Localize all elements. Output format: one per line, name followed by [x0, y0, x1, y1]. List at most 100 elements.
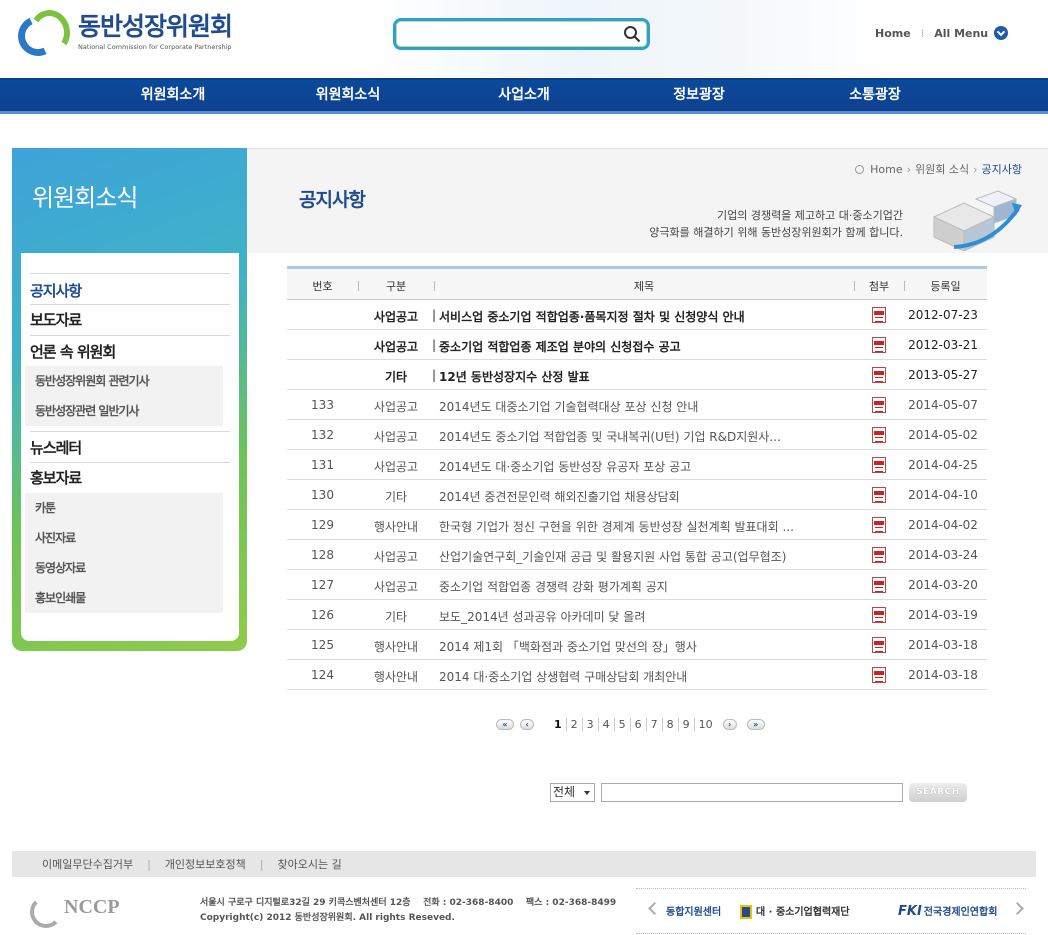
sidebar: 위원회소식 공지사항 보도자료 언론 속 위원회 동반성장위원회 관련기사 동반…: [12, 148, 247, 651]
breadcrumb-current[interactable]: 공지사항: [982, 161, 1022, 177]
board-search-input[interactable]: [601, 782, 903, 802]
nav-item-community[interactable]: 소통광장: [815, 80, 935, 111]
breadcrumb-section[interactable]: 위원회 소식: [915, 161, 969, 177]
prev-page-button[interactable]: ‹: [520, 718, 534, 730]
row-title-link[interactable]: 2014 제1회 「백화점과 중소기업 맞선의 장」행사: [439, 638, 829, 655]
pdf-icon[interactable]: [872, 607, 886, 623]
row-title-link[interactable]: 2014년 중견전문인력 해외진출기업 채용상담회: [439, 488, 829, 505]
nav-item-news[interactable]: 위원회소식: [288, 80, 408, 111]
footer-link-email-refusal[interactable]: 이메일무단수집거부: [42, 856, 133, 872]
row-title-link[interactable]: 2014년도 중소기업 적합업종 및 국내복귀(U턴) 기업 R&D지원사...: [439, 428, 829, 445]
table-row[interactable]: 125 행사안내 2014 제1회 「백화점과 중소기업 맞선의 장」행사 20…: [287, 630, 987, 660]
page-title: 공지사항: [299, 189, 366, 211]
row-title-link[interactable]: 중소기업 적합업종 제조업 분야의 신청접수 공고: [439, 338, 829, 355]
table-header: 번호 구분 제목 첨부 등록일: [287, 266, 987, 300]
row-title-link[interactable]: 2014 대·중소기업 상생협력 구매상담회 개최안내: [439, 668, 829, 685]
footer-link-directions[interactable]: 찾아오시는 길: [278, 856, 342, 872]
page-link-4[interactable]: 4: [597, 717, 614, 731]
table-row-notice[interactable]: 기타 | 12년 동반성장지수 산정 발표 2013-05-27: [287, 360, 987, 390]
sidebar-subitem-cartoon[interactable]: 카툰: [25, 493, 223, 523]
first-page-button[interactable]: «: [496, 718, 514, 730]
sidebar-item-promo[interactable]: 홍보자료: [30, 467, 230, 488]
table-row[interactable]: 129 행사안내 한국형 기업가 정신 구현을 위한 경제계 동반성장 실천계획…: [287, 510, 987, 540]
table-row-notice[interactable]: 사업공고 | 서비스업 중소기업 적합업종·품목지정 절차 및 신청양식 안내 …: [287, 300, 987, 330]
page-link-6[interactable]: 6: [629, 717, 646, 731]
table-row[interactable]: 124 행사안내 2014 대·중소기업 상생협력 구매상담회 개최안내 201…: [287, 660, 987, 690]
breadcrumb-home[interactable]: Home: [870, 163, 902, 176]
row-title-link[interactable]: 한국형 기업가 정신 구현을 위한 경제계 동반성장 실천계획 발표대회 ...: [439, 518, 829, 535]
pdf-icon[interactable]: [872, 637, 886, 653]
notice-board: 번호 구분 제목 첨부 등록일 사업공고 | 서비스업 중소기업 적합업종·품목…: [287, 266, 987, 690]
sidebar-subitem-prints[interactable]: 홍보인쇄물: [25, 583, 223, 613]
table-row[interactable]: 130 기타 2014년 중견전문인력 해외진출기업 채용상담회 2014-04…: [287, 480, 987, 510]
sidebar-item-press[interactable]: 보도자료: [30, 309, 230, 330]
table-row[interactable]: 131 사업공고 2014년도 대·중소기업 동반성장 유공자 포상 공고 20…: [287, 450, 987, 480]
row-title-link[interactable]: 서비스업 중소기업 적합업종·품목지정 절차 및 신청양식 안내: [439, 308, 829, 325]
pdf-icon[interactable]: [872, 457, 886, 473]
footer-link-privacy[interactable]: 개인정보보호정책: [165, 856, 246, 872]
table-row[interactable]: 128 사업공고 산업기술연구회_기술인재 공급 및 활용지원 사업 통합 공고…: [287, 540, 987, 570]
page-link-10[interactable]: 10: [693, 717, 717, 731]
footer-address: 서울시 구로구 디지털로32길 29 키콕스벤처센터 12층 전화 : 02-3…: [200, 896, 616, 926]
page-link-3[interactable]: 3: [581, 717, 598, 731]
chevron-right-icon[interactable]: [1011, 902, 1024, 915]
table-row[interactable]: 132 사업공고 2014년도 중소기업 적합업종 및 국내복귀(U턴) 기업 …: [287, 420, 987, 450]
table-row-notice[interactable]: 사업공고 | 중소기업 적합업종 제조업 분야의 신청접수 공고 2012-03…: [287, 330, 987, 360]
site-logo[interactable]: 동반성장위원회 National Commission for Corporat…: [12, 4, 242, 62]
nav-item-business[interactable]: 사업소개: [464, 80, 584, 111]
row-title-link[interactable]: 보도_2014년 성과공유 아카데미 닻 올려: [439, 608, 829, 625]
sidebar-subitem-media-general[interactable]: 동반성장관련 일반기사: [25, 396, 223, 426]
pdf-icon[interactable]: [872, 667, 886, 683]
page-link-1[interactable]: 1: [550, 718, 566, 731]
banner-fki[interactable]: FKI 전국경제인연합회: [898, 903, 997, 919]
last-page-button[interactable]: »: [746, 718, 765, 730]
search-scope-select[interactable]: 전체: [550, 782, 595, 802]
pdf-icon[interactable]: [872, 487, 886, 503]
sidebar-subitem-media-related[interactable]: 동반성장위원회 관련기사: [25, 366, 223, 396]
table-row[interactable]: 127 사업공고 중소기업 적합업종 경쟁력 강화 평가계획 공지 2014-0…: [287, 570, 987, 600]
page-link-9[interactable]: 9: [677, 717, 694, 731]
page-link-2[interactable]: 2: [565, 717, 582, 731]
table-row[interactable]: 133 사업공고 2014년도 대중소기업 기술협력대상 포상 신청 안내 20…: [287, 390, 987, 420]
row-title-link[interactable]: 중소기업 적합업종 경쟁력 강화 평가계획 공지: [439, 578, 829, 595]
address-line: 서울시 구로구 디지털로32길 29 키콕스벤처센터 12층 전화 : 02-3…: [200, 898, 617, 908]
pdf-icon[interactable]: [872, 397, 886, 413]
next-page-button[interactable]: ›: [722, 718, 737, 730]
banner-cooperation-foundation[interactable]: 대 · 중소기업협력재단: [740, 903, 850, 919]
row-title-link[interactable]: 12년 동반성장지수 산정 발표: [439, 368, 829, 385]
board-search: 전체 SEARCH: [550, 782, 967, 802]
sidebar-item-newsletter[interactable]: 뉴스레터: [30, 437, 230, 458]
content-header: Home › 위원회 소식 › 공지사항 공지사항 기업의 경쟁력을 제고하고 …: [247, 148, 1048, 253]
pdf-icon[interactable]: [872, 427, 886, 443]
slogan-line-2: 양극화를 해결하기 위해 동반성장위원회가 함께 합니다.: [649, 226, 903, 239]
chevron-left-icon[interactable]: [648, 902, 661, 915]
pdf-icon[interactable]: [872, 547, 886, 563]
sidebar-menu: 공지사항 보도자료 언론 속 위원회 동반성장위원회 관련기사 동반성장관련 일…: [21, 253, 239, 641]
sidebar-subitem-photos[interactable]: 사진자료: [25, 523, 223, 553]
search-input[interactable]: [402, 25, 612, 45]
pdf-icon[interactable]: [872, 577, 886, 593]
banner-support-center[interactable]: 동합지원센터: [666, 903, 721, 918]
table-row[interactable]: 126 기타 보도_2014년 성과공유 아카데미 닻 올려 2014-03-1…: [287, 600, 987, 630]
chevron-down-icon[interactable]: [994, 26, 1009, 40]
pdf-icon[interactable]: [872, 307, 886, 323]
sidebar-item-media[interactable]: 언론 속 위원회: [30, 341, 230, 362]
page-link-5[interactable]: 5: [613, 717, 630, 731]
footer-logo-text: NCCP: [64, 895, 120, 918]
search-icon[interactable]: [623, 25, 641, 43]
nav-item-about[interactable]: 위원회소개: [113, 80, 233, 111]
all-menu-link[interactable]: All Menu: [934, 27, 988, 40]
row-title-link[interactable]: 2014년도 대·중소기업 동반성장 유공자 포상 공고: [439, 458, 829, 475]
row-title-link[interactable]: 2014년도 대중소기업 기술협력대상 포상 신청 안내: [439, 398, 829, 415]
search-button[interactable]: SEARCH: [909, 782, 967, 802]
page-link-7[interactable]: 7: [645, 717, 662, 731]
nav-item-info[interactable]: 정보광장: [639, 80, 759, 111]
page-link-8[interactable]: 8: [661, 717, 678, 731]
sidebar-item-notice[interactable]: 공지사항: [30, 280, 230, 301]
row-title-link[interactable]: 산업기술연구회_기술인재 공급 및 활용지원 사업 통합 공고(업무협조): [439, 548, 829, 565]
pdf-icon[interactable]: [872, 337, 886, 353]
pdf-icon[interactable]: [872, 517, 886, 533]
sidebar-subitem-videos[interactable]: 동영상자료: [25, 553, 223, 583]
home-link[interactable]: Home: [875, 27, 911, 40]
pdf-icon[interactable]: [872, 367, 886, 383]
